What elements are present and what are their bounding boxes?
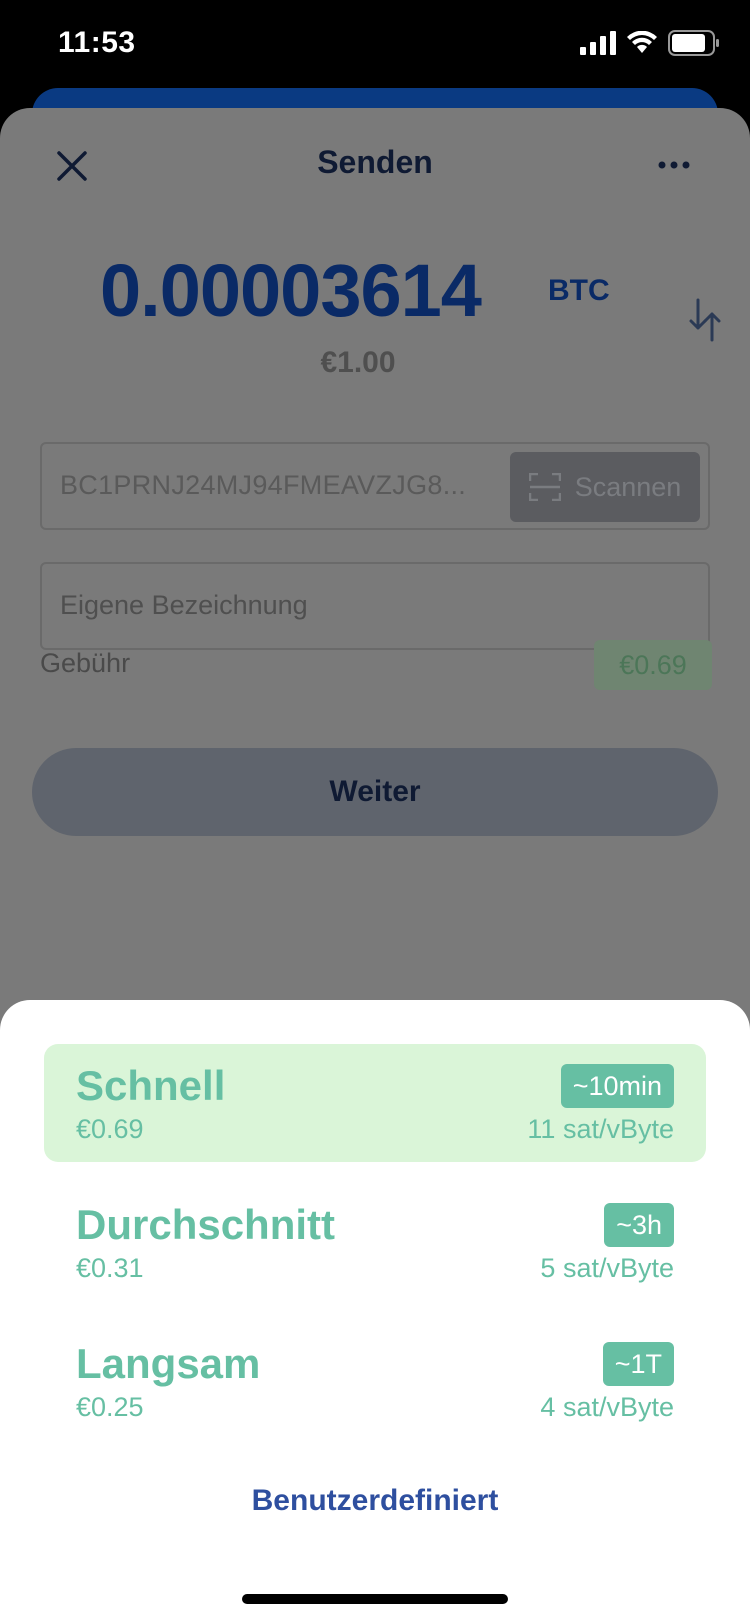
fee-option-average[interactable]: Durchschnitt €0.31 ~3h 5 sat/vByte: [44, 1183, 706, 1301]
amount-unit: BTC: [548, 274, 610, 307]
wifi-icon: [627, 31, 657, 53]
label-input[interactable]: Eigene Bezeichnung: [40, 562, 710, 650]
fee-option-name: Schnell: [76, 1062, 226, 1109]
home-indicator: [242, 1594, 508, 1604]
swap-icon: [689, 298, 721, 342]
custom-fee-link[interactable]: Benutzerdefiniert: [0, 1484, 750, 1518]
address-value: BC1PRNJ24MJ94FMEAVZJG8...: [60, 470, 467, 500]
fee-badge[interactable]: €0.69: [594, 640, 712, 690]
fee-option-name: Langsam: [76, 1340, 261, 1387]
swap-currency-button[interactable]: [688, 298, 722, 342]
fee-label: Gebühr: [40, 648, 131, 678]
amount-row: 0.00003614 BTC: [0, 248, 750, 332]
more-options-button[interactable]: [654, 150, 694, 180]
fee-option-slow[interactable]: Langsam €0.25 ~1T 4 sat/vByte: [44, 1322, 706, 1440]
fee-option-time-badge: ~1T: [602, 1342, 674, 1386]
label-placeholder: Eigene Bezeichnung: [60, 590, 308, 620]
scan-icon: [528, 473, 561, 501]
fee-option-fast[interactable]: Schnell €0.69 ~10min 11 sat/vByte: [44, 1044, 706, 1162]
fee-option-price: €0.31: [76, 1253, 144, 1283]
fee-option-time-badge: ~3h: [604, 1203, 674, 1247]
fee-option-price: €0.25: [76, 1392, 144, 1422]
signal-icon: [580, 31, 616, 55]
fee-option-price: €0.69: [76, 1114, 144, 1144]
scan-label: Scannen: [574, 471, 682, 502]
next-button[interactable]: Weiter: [32, 748, 718, 836]
fee-option-rate: 11 sat/vByte: [527, 1114, 674, 1144]
page-title: Senden: [317, 144, 433, 180]
status-icons: [580, 30, 720, 56]
fee-option-time-badge: ~10min: [560, 1064, 674, 1108]
battery-icon: [668, 30, 719, 56]
status-time: 11:53: [58, 26, 136, 59]
fiat-value: €1.00: [320, 346, 396, 379]
fee-selection-sheet: Schnell €0.69 ~10min 11 sat/vByte Durchs…: [0, 1000, 750, 1624]
amount-value[interactable]: 0.00003614: [100, 248, 482, 333]
fee-option-rate: 5 sat/vByte: [540, 1253, 674, 1283]
fee-option-name: Durchschnitt: [76, 1201, 336, 1248]
status-bar: 11:53: [0, 0, 750, 90]
more-icon: [658, 161, 690, 169]
address-field[interactable]: BC1PRNJ24MJ94FMEAVZJG8... Scannen: [40, 442, 710, 530]
scan-button[interactable]: Scannen: [510, 452, 700, 522]
fee-option-rate: 4 sat/vByte: [540, 1392, 674, 1422]
